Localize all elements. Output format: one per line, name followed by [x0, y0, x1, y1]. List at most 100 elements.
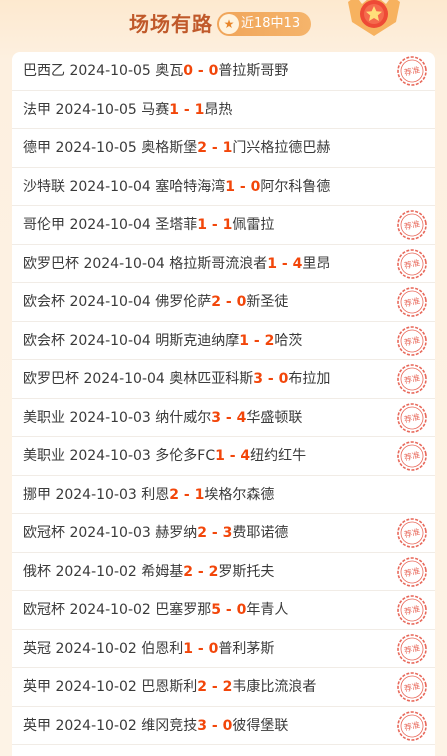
score-dash: - — [207, 717, 223, 734]
match-text: 俄杯 2024-10-02 希姆基2 - 2罗斯托夫 — [23, 553, 274, 591]
page-title: 场场有路 — [129, 12, 213, 36]
home-team: 奥林匹亚科斯 — [169, 371, 254, 387]
match-text: 英甲 2024-10-02 维冈竞技3 - 0彼得堡联 — [23, 707, 288, 745]
away-team: 普利茅斯 — [218, 640, 275, 657]
match-date: 2024-10-03 — [69, 448, 151, 464]
match-text: 法甲 2024-10-05 马赛1 - 1昂热 — [23, 91, 232, 129]
away-team: 佩雷拉 — [232, 217, 275, 233]
svg-text:荐准: 荐准 — [403, 295, 421, 308]
hit-stamp-icon: 荐准 — [397, 248, 427, 279]
match-row[interactable]: 德甲 2024-10-05 奥格斯堡2 - 1门兴格拉德巴赫 — [12, 129, 435, 168]
record-badge[interactable]: ★ 近18中13 — [217, 12, 311, 36]
match-row[interactable]: 欧罗巴杯 2024-10-04 奥林匹亚科斯3 - 0布拉加 荐准 — [12, 360, 435, 399]
home-score: 1 — [215, 448, 225, 464]
match-row[interactable]: 法甲 2024-10-05 马赛1 - 1昂热 — [12, 91, 435, 129]
match-row[interactable]: 欧冠杯 2024-10-03 赫罗纳2 - 3费耶诺德 荐准 — [12, 514, 435, 553]
home-score: 3 — [197, 717, 208, 734]
match-row[interactable]: 巴西乙 2024-10-05 奥瓦0 - 0普拉斯哥野 荐准 — [12, 52, 435, 91]
away-score: 2 — [264, 332, 275, 349]
match-league: 巴西乙 — [23, 63, 65, 79]
score-dash: - — [224, 448, 241, 464]
away-team: 门兴格拉德巴赫 — [232, 140, 331, 156]
match-date: 2024-10-04 — [69, 294, 151, 310]
match-row[interactable]: 美职业 2024-10-03 多伦多FC1 - 4纽约红牛 荐准 — [12, 437, 435, 476]
away-team: 布拉加 — [288, 371, 331, 387]
away-score: 0 — [236, 294, 247, 310]
score-dash: - — [207, 140, 223, 156]
away-score: 1 — [194, 101, 205, 118]
hit-stamp-icon: 荐准 — [397, 518, 427, 548]
score-dash: - — [179, 486, 195, 503]
score-dash: - — [207, 679, 223, 695]
match-row[interactable]: 欧会杯 2024-10-04 佛罗伦萨2 - 0新圣徒 荐准 — [12, 283, 435, 322]
score-dash: - — [179, 101, 195, 118]
score-dash: - — [221, 409, 237, 426]
away-score: 1 — [222, 140, 233, 156]
score-dash: - — [221, 602, 237, 618]
match-text: 美职业 2024-10-03 多伦多FC1 - 4纽约红牛 — [23, 437, 306, 475]
match-date: 2024-10-02 — [55, 640, 137, 657]
match-row[interactable]: 沙特联 2024-10-04 塞哈特海湾1 - 0阿尔科鲁德 — [12, 168, 435, 206]
home-score: 1 — [267, 255, 278, 272]
home-team: 希姆基 — [141, 563, 184, 580]
match-league: 美职业 — [23, 409, 65, 426]
match-date: 2024-10-02 — [69, 602, 151, 618]
match-text: 英甲 2024-10-02 巴恩斯利2 - 2韦康比流浪者 — [23, 668, 316, 706]
match-league: 哥伦甲 — [23, 217, 65, 233]
match-row[interactable]: 英甲 2024-10-02 巴恩斯利2 - 2韦康比流浪者 荐准 — [12, 668, 435, 707]
match-row[interactable]: 欧会杯 2024-10-04 明斯克迪纳摩1 - 2哈茨 荐准 — [12, 322, 435, 360]
match-league: 沙特联 — [23, 178, 65, 195]
match-row[interactable]: 美职业 2024-10-03 纳什威尔3 - 4华盛顿联 荐准 — [12, 399, 435, 437]
match-text: 欧罗巴杯 2024-10-04 格拉斯哥流浪者1 - 4里昂 — [23, 245, 330, 283]
score-dash: - — [235, 178, 251, 195]
match-league: 欧罗巴杯 — [23, 255, 79, 272]
svg-text:荐准: 荐准 — [403, 411, 421, 424]
match-league: 美职业 — [23, 448, 65, 464]
away-team: 普拉斯哥野 — [218, 63, 289, 79]
home-team: 纳什威尔 — [155, 409, 212, 426]
match-row[interactable]: 欧冠杯 2024-10-02 巴塞罗那5 - 0年青人 荐准 — [12, 591, 435, 630]
hit-stamp-icon: 荐准 — [397, 710, 427, 741]
match-row[interactable]: 欧罗巴杯 2024-10-04 格拉斯哥流浪者1 - 4里昂 荐准 — [12, 245, 435, 283]
away-score: 4 — [236, 409, 247, 426]
match-text: 巴西乙 2024-10-05 奥瓦0 - 0普拉斯哥野 — [23, 52, 288, 90]
match-list: 巴西乙 2024-10-05 奥瓦0 - 0普拉斯哥野 荐准 法甲 2024-10-… — [12, 52, 435, 756]
home-score: 2 — [183, 563, 194, 580]
score-dash: - — [193, 640, 209, 657]
away-team: 里昂 — [302, 255, 331, 272]
home-team: 奥格斯堡 — [141, 140, 198, 156]
home-team: 格拉斯哥流浪者 — [169, 255, 268, 272]
svg-text:荐准: 荐准 — [403, 680, 421, 693]
away-team: 哈茨 — [274, 332, 303, 349]
match-row[interactable]: 挪甲 2024-10-03 利恩2 - 1埃格尔森德 — [12, 476, 435, 514]
away-score: 0 — [208, 640, 219, 657]
svg-text:荐准: 荐准 — [403, 642, 421, 655]
home-team: 塞哈特海湾 — [155, 178, 226, 195]
match-date: 2024-10-03 — [55, 486, 137, 503]
match-date: 2024-10-05 — [69, 63, 151, 79]
home-score: 3 — [253, 371, 264, 387]
match-row[interactable]: 英甲 2024-10-02 维冈竞技3 - 0彼得堡联 荐准 — [12, 707, 435, 745]
home-score: 1 — [197, 217, 208, 233]
match-text: 美职业 2024-10-03 纳什威尔3 - 4华盛顿联 — [23, 399, 302, 437]
home-score: 1 — [183, 640, 194, 657]
match-date: 2024-10-04 — [69, 178, 151, 195]
svg-text:荐准: 荐准 — [403, 719, 421, 732]
away-team: 埃格尔森德 — [204, 486, 275, 503]
match-league: 欧会杯 — [23, 294, 65, 310]
match-league: 英甲 — [23, 717, 51, 734]
match-league: 欧冠杯 — [23, 525, 65, 541]
home-score: 2 — [197, 140, 208, 156]
away-score: 0 — [236, 602, 247, 618]
match-row[interactable]: 英冠 2024-10-02 伯恩利1 - 0普利茅斯 荐准 — [12, 630, 435, 668]
match-row[interactable]: 俄杯 2024-10-02 希姆基2 - 2罗斯托夫 荐准 — [12, 553, 435, 591]
match-text: 英冠 2024-10-02 伯恩利1 - 0普利茅斯 — [23, 630, 274, 668]
match-league: 英冠 — [23, 640, 51, 657]
home-score: 1 — [225, 178, 236, 195]
away-score: 2 — [208, 563, 219, 580]
home-team: 明斯克迪纳摩 — [155, 332, 240, 349]
score-dash: - — [193, 63, 209, 79]
home-score: 5 — [211, 602, 222, 618]
away-score: 2 — [222, 679, 233, 695]
match-row[interactable]: 哥伦甲 2024-10-04 圣塔菲1 - 1佩雷拉 荐准 — [12, 206, 435, 245]
